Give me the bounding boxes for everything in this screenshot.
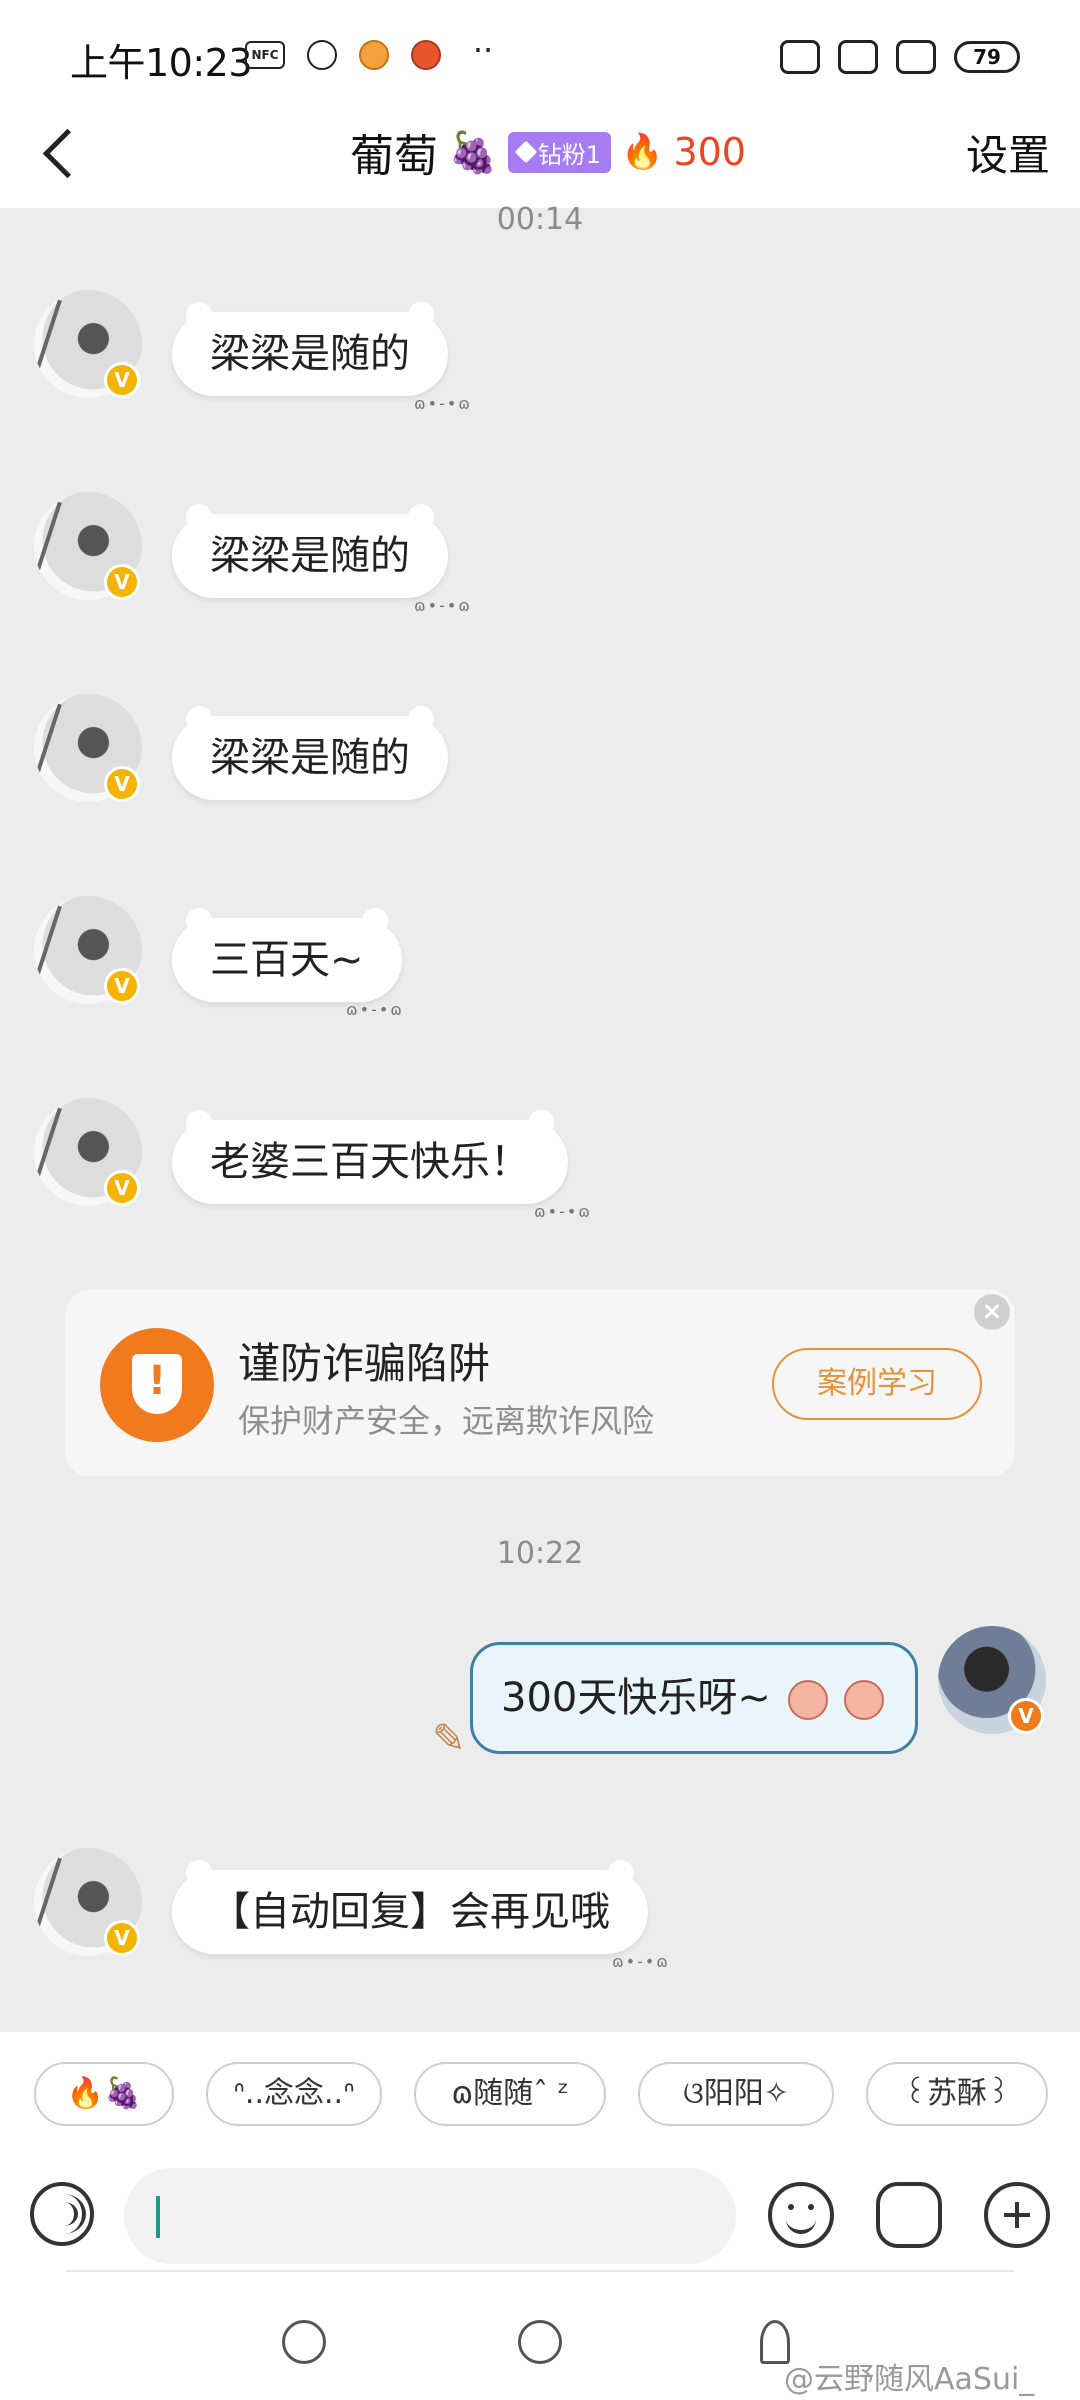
weibo-notification-icon	[359, 40, 389, 70]
status-right-icons: 79	[780, 40, 1020, 74]
bubble-decoration: ɷ•-•ɷ	[414, 394, 472, 413]
verified-badge-icon: V	[104, 766, 140, 802]
more-notifications-icon: ··	[472, 31, 494, 69]
verified-badge-icon: V	[104, 362, 140, 398]
top-bar: 上午10:23 NFC ·· 79 葡萄 🍇 钻粉1 🔥 300 设置	[0, 0, 1080, 208]
quick-reply-chip[interactable]: ꒰苏酥꒱	[866, 2062, 1048, 2126]
battery-icon: 79	[954, 41, 1020, 73]
status-time: 上午10:23	[70, 41, 253, 85]
chat-header: 葡萄 🍇 钻粉1 🔥 300 设置	[0, 110, 1080, 200]
message-bubble[interactable]: 梁梁是随的	[172, 302, 448, 396]
warning-title: 谨防诈骗陷阱	[238, 1339, 491, 1388]
bubble-decoration: ɷ•-•ɷ	[346, 1000, 404, 1019]
fan-level-badge: 钻粉1	[507, 131, 612, 173]
bubble-decoration: ɷ•-•ɷ	[414, 596, 472, 615]
verified-badge-icon: V	[104, 1920, 140, 1956]
text-cursor	[156, 2196, 160, 2238]
settings-button[interactable]: 设置	[966, 122, 1050, 183]
incoming-message: V 梁梁是随的 ɷ•-•ɷ	[0, 492, 1080, 615]
message-input[interactable]	[124, 2168, 736, 2264]
incoming-message: V 【自动回复】会再见哦 ɷ•-•ɷ	[0, 1848, 1080, 1971]
status-bar: 上午10:23 NFC ·· 79	[0, 28, 1080, 88]
app-notification-icon-2	[411, 40, 441, 70]
bubble-feather-decoration-icon: ✎	[432, 1716, 466, 1762]
gift-ring-icon[interactable]	[282, 2320, 326, 2364]
sticker-icon[interactable]	[876, 2182, 942, 2248]
divider	[66, 2270, 1014, 2272]
alarm-icon	[780, 40, 820, 74]
message-bubble[interactable]: 梁梁是随的	[172, 504, 448, 598]
watermark: @云野随风AaSui_	[784, 2362, 1035, 2397]
message-bubble[interactable]: 老婆三百天快乐！	[172, 1110, 568, 1204]
outgoing-message-text: 300天快乐呀~	[501, 1675, 771, 1721]
sticker-emoji-icon	[844, 1680, 885, 1720]
pig-sticker-icon[interactable]	[518, 2320, 562, 2364]
message-bubble[interactable]: 梁梁是随的	[172, 706, 448, 800]
contact-name: 葡萄	[350, 131, 438, 182]
incoming-message: V 梁梁是随的	[0, 694, 1080, 814]
verified-badge-icon: V	[104, 564, 140, 600]
bubble-decoration: ɷ•-•ɷ	[534, 1202, 592, 1221]
fire-count: 300	[673, 130, 746, 174]
input-row	[0, 2152, 1080, 2282]
verified-badge-icon: V	[104, 968, 140, 1004]
timestamp: 10:22	[496, 1536, 584, 1571]
bubble-decoration: ɷ•-•ɷ	[612, 1952, 670, 1971]
case-study-button[interactable]: 案例学习	[772, 1348, 982, 1420]
fraud-warning-card: 谨防诈骗陷阱 保护财产安全，远离欺诈风险 案例学习	[66, 1290, 1014, 1476]
fire-icon: 🔥	[621, 132, 664, 172]
timestamp: 00:14	[496, 202, 584, 237]
app-notification-icon	[307, 40, 337, 70]
diamond-icon	[514, 140, 538, 164]
grape-emoji-icon: 🍇	[448, 129, 498, 176]
outgoing-message-bubble[interactable]: 300天快乐呀~	[470, 1642, 918, 1754]
wifi-icon	[896, 40, 936, 74]
back-button[interactable]	[28, 118, 98, 188]
verified-badge-icon: V	[1008, 1698, 1044, 1734]
status-left-icons: NFC ··	[245, 31, 503, 70]
incoming-message: V 三百天~ ɷ•-•ɷ	[0, 896, 1080, 1019]
chat-title[interactable]: 葡萄 🍇 钻粉1 🔥 300	[350, 120, 746, 184]
verified-badge-icon: V	[104, 1170, 140, 1206]
fan-badge-label: 钻粉1	[537, 140, 602, 169]
emoji-icon[interactable]	[768, 2182, 834, 2248]
shield-warning-icon	[100, 1328, 214, 1442]
message-bubble[interactable]: 三百天~	[172, 908, 402, 1002]
nfc-icon: NFC	[245, 41, 285, 69]
quick-reply-chip[interactable]: 🔥🍇	[34, 2062, 174, 2126]
quick-reply-chip[interactable]: ɷ随随ˆ ᶻ	[414, 2062, 606, 2126]
voice-input-icon[interactable]	[30, 2182, 94, 2246]
warning-subtitle: 保护财产安全，远离欺诈风险	[238, 1402, 655, 1440]
quick-reply-chip[interactable]: ଓ阳阳✧	[638, 2062, 834, 2126]
quick-reply-chip[interactable]: ᐢ..念念..ᐢ	[206, 2062, 382, 2126]
signal-off-icon	[838, 40, 878, 74]
plus-icon[interactable]	[984, 2182, 1050, 2248]
incoming-message: V 老婆三百天快乐！ ɷ•-•ɷ	[0, 1098, 1080, 1221]
close-icon[interactable]	[974, 1294, 1010, 1330]
incoming-message: V 梁梁是随的 ɷ•-•ɷ	[0, 290, 1080, 413]
quick-reply-bar: 🔥🍇 ᐢ..念念..ᐢ ɷ随随ˆ ᶻ ଓ阳阳✧ ꒰苏酥꒱	[0, 2046, 1080, 2142]
message-bubble[interactable]: 【自动回复】会再见哦	[172, 1860, 648, 1954]
sticker-emoji-icon	[787, 1680, 828, 1720]
